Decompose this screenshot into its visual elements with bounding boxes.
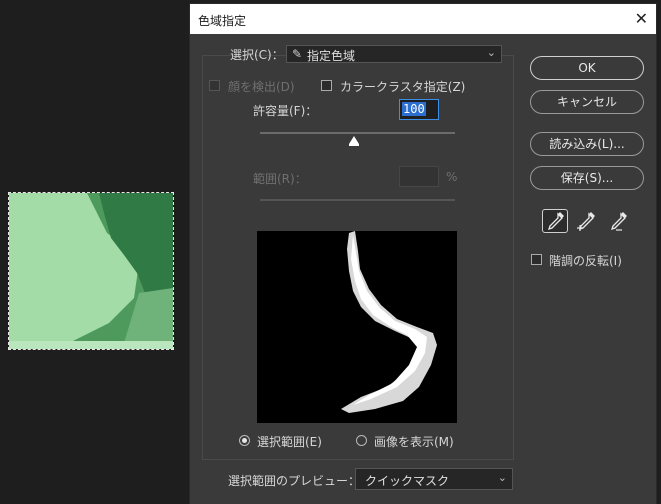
selection-preview	[257, 231, 457, 423]
subtract-from-sample-tool[interactable]	[606, 209, 632, 233]
document-canvas[interactable]	[0, 0, 190, 504]
eyedropper-tool[interactable]	[542, 209, 568, 233]
select-label: 選択(C)：	[230, 48, 284, 62]
range-slider-track[interactable]	[260, 199, 455, 201]
range-input[interactable]	[399, 166, 439, 187]
image-radio-label: 画像を表示(M)	[374, 435, 454, 449]
range-label: 範囲(R)：	[253, 172, 307, 186]
invert-checkbox[interactable]	[531, 254, 542, 265]
color-cluster-label: カラークラスタ指定(Z)	[340, 80, 466, 94]
load-button[interactable]: 読み込み(L)...	[530, 132, 644, 156]
detect-faces-label: 顔を検出(D)	[228, 80, 295, 94]
eyedropper-minus-icon	[610, 212, 627, 231]
eyedropper-plus-icon	[577, 212, 595, 231]
selection-marquee-preview	[8, 192, 174, 350]
add-to-sample-tool[interactable]	[574, 209, 600, 233]
selection-preview-value: クイックマスク	[365, 474, 450, 488]
invert-label: 階調の反転(I)	[549, 254, 622, 268]
close-icon[interactable]: ✕	[635, 9, 648, 28]
color-cluster-checkbox[interactable]	[321, 80, 332, 91]
chevron-down-icon: ⌄	[497, 471, 507, 484]
dialog-title: 色域指定	[198, 14, 247, 28]
selection-radio-label: 選択範囲(E)	[257, 435, 322, 449]
select-dropdown[interactable]: ✎ 指定色域 ⌄	[286, 45, 502, 63]
detect-faces-checkbox[interactable]	[209, 80, 220, 91]
range-unit: %	[446, 170, 458, 184]
save-button[interactable]: 保存(S)...	[530, 166, 644, 190]
selection-radio[interactable]	[239, 435, 250, 446]
chevron-down-icon: ⌄	[486, 46, 496, 59]
ok-button[interactable]: OK	[530, 56, 644, 80]
canvas-image	[9, 193, 173, 349]
fuzziness-label: 許容量(F)：	[253, 104, 318, 118]
dialog-titlebar: 色域指定 ✕	[190, 4, 656, 34]
select-dropdown-value: 指定色域	[307, 49, 356, 63]
fuzziness-value: 100	[402, 102, 426, 116]
image-radio[interactable]	[356, 435, 367, 446]
selection-preview-label: 選択範囲のプレビュー：	[228, 474, 361, 488]
mask-preview-image	[341, 231, 437, 413]
color-range-dialog: 色域指定 ✕ 選択(C)： ✎ 指定色域 ⌄ 顔を検出(D) カラークラスタ指定…	[190, 4, 656, 504]
eyedropper-icon: ✎	[292, 47, 303, 61]
fuzziness-input[interactable]: 100	[399, 99, 439, 120]
selection-preview-dropdown[interactable]: クイックマスク ⌄	[355, 468, 513, 490]
eyedropper-icon	[547, 212, 564, 231]
fuzziness-slider-track[interactable]	[260, 132, 455, 134]
fuzziness-slider-handle[interactable]	[348, 136, 359, 146]
cancel-button[interactable]: キャンセル	[530, 90, 644, 114]
